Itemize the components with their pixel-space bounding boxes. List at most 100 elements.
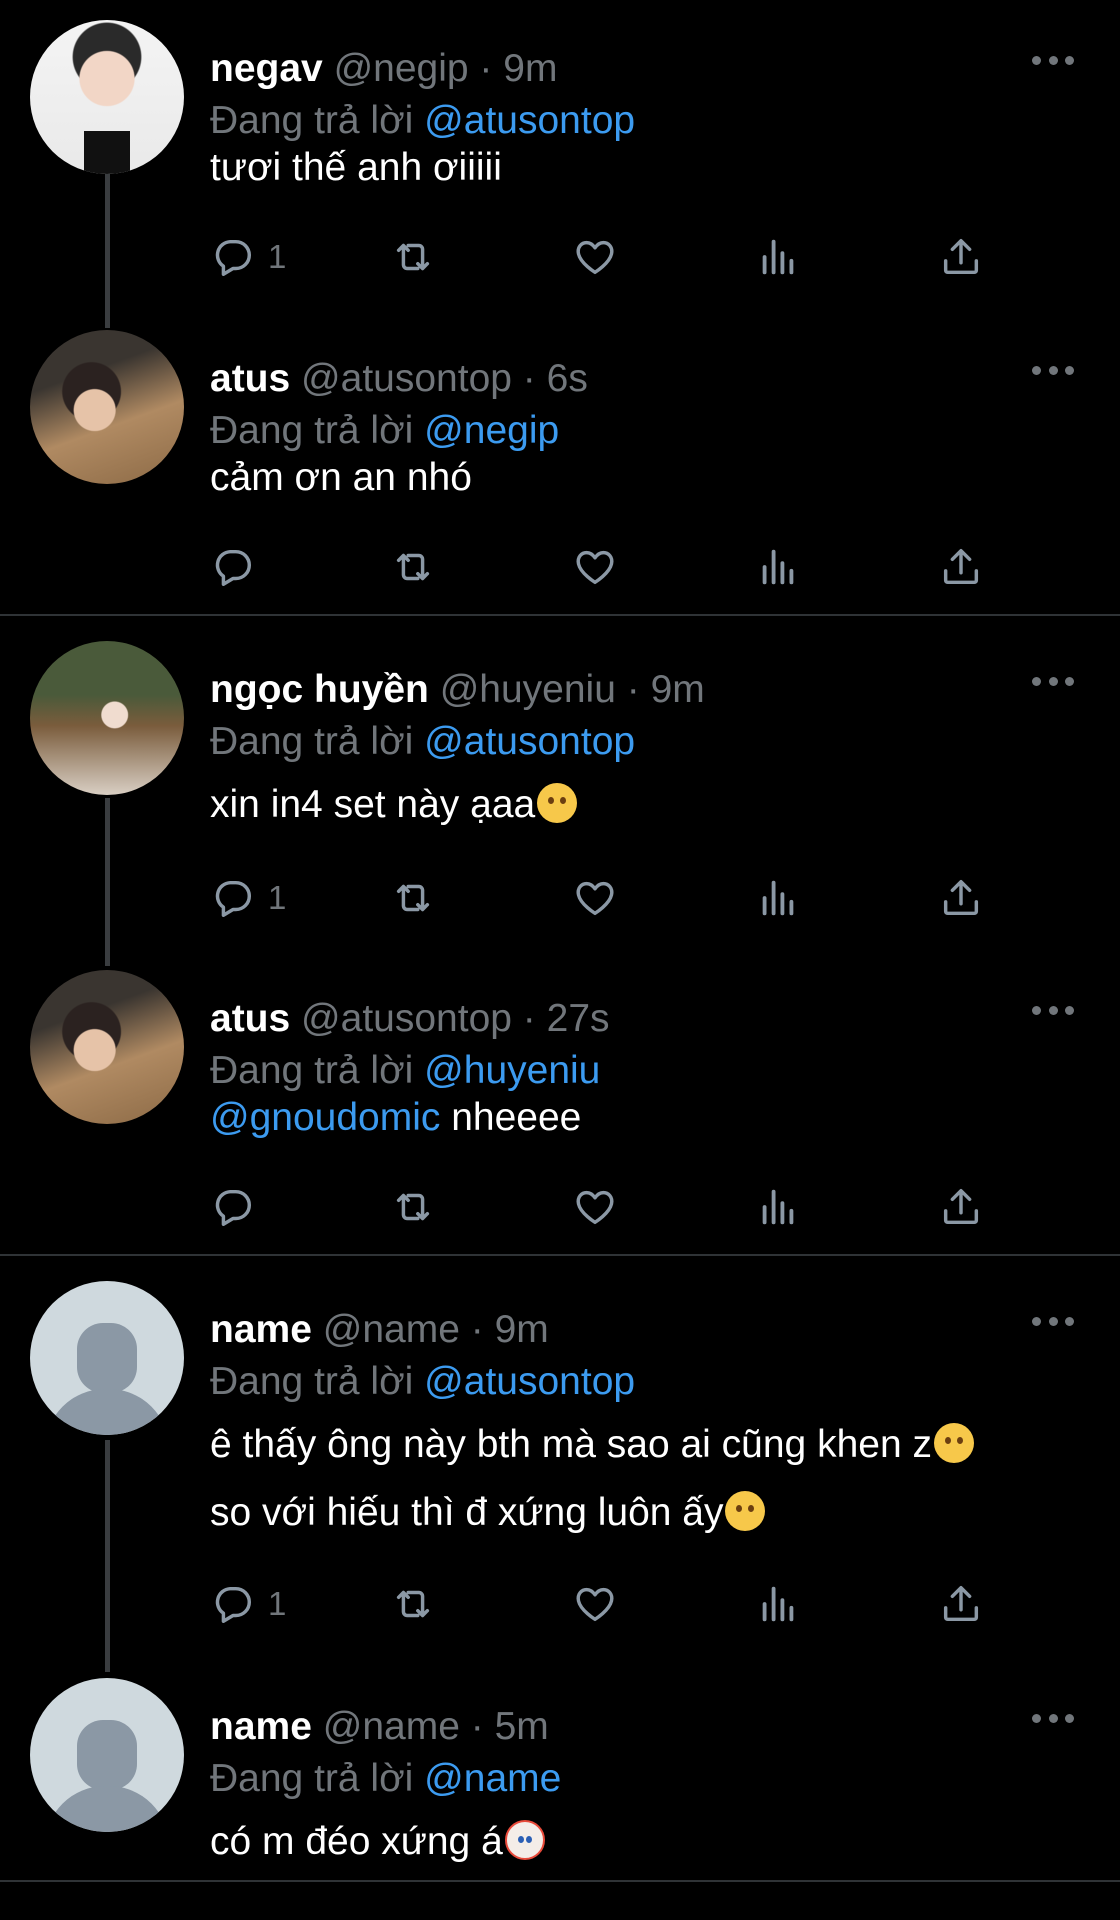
user-handle[interactable]: @name [323, 1705, 460, 1748]
timestamp[interactable]: 9m [495, 1308, 549, 1351]
retweet-button[interactable] [390, 1182, 436, 1232]
user-handle[interactable]: @negip [334, 47, 469, 90]
heart-icon [572, 234, 618, 280]
like-button[interactable] [572, 542, 618, 592]
more-icon[interactable] [1032, 1315, 1074, 1327]
more-icon[interactable] [1032, 1712, 1074, 1724]
tweet-actions: 1 [210, 232, 1000, 282]
views-button[interactable] [755, 873, 801, 923]
timestamp[interactable]: 5m [495, 1705, 549, 1748]
mention-link[interactable]: @gnoudomic [210, 1096, 440, 1139]
tweet-actions [210, 542, 1000, 592]
retweet-button[interactable] [390, 542, 436, 592]
user-handle[interactable]: @huyeniu [440, 668, 616, 711]
display-name[interactable]: atus [210, 997, 290, 1040]
separator: · [522, 997, 536, 1040]
default-avatar-icon[interactable] [30, 1281, 184, 1435]
reply-icon [210, 875, 256, 921]
reply-button[interactable]: 1 [210, 232, 286, 282]
avatar[interactable] [30, 330, 184, 484]
retweet-icon [390, 1581, 436, 1627]
display-name[interactable]: ngọc huyền [210, 668, 429, 711]
reply-button[interactable]: 1 [210, 1579, 286, 1629]
thread-divider [0, 1880, 1120, 1882]
tweet-actions: 1 [210, 1579, 1000, 1629]
share-button[interactable] [938, 1579, 984, 1629]
reply-button[interactable] [210, 1182, 268, 1232]
like-button[interactable] [572, 1579, 618, 1629]
tweet-text: ê thấy ông này bth mà sao ai cũng khen z… [210, 1411, 974, 1547]
heart-icon [572, 875, 618, 921]
avatar[interactable] [30, 20, 184, 174]
reply-mention-link[interactable]: @atusontop [424, 720, 635, 763]
timestamp[interactable]: 27s [547, 997, 610, 1040]
share-button[interactable] [938, 1182, 984, 1232]
user-handle[interactable]: @name [323, 1308, 460, 1351]
tweet[interactable]: name @name · 9m Đang trả lời @atusontop … [0, 1281, 1120, 1651]
views-button[interactable] [755, 1182, 801, 1232]
share-icon [938, 1581, 984, 1627]
retweet-button[interactable] [390, 232, 436, 282]
retweet-button[interactable] [390, 1579, 436, 1629]
reply-button[interactable] [210, 542, 268, 592]
reply-icon [210, 234, 256, 280]
user-handle[interactable]: @atusontop [301, 357, 512, 400]
display-name[interactable]: name [210, 1705, 312, 1748]
timestamp[interactable]: 9m [503, 47, 557, 90]
more-icon[interactable] [1032, 364, 1074, 376]
tweet[interactable]: ngọc huyền @huyeniu · 9m Đang trả lời @a… [0, 641, 1120, 941]
display-name[interactable]: negav [210, 47, 323, 90]
tweet[interactable]: negav @negip · 9m Đang trả lời @atusonto… [0, 20, 1120, 310]
more-icon[interactable] [1032, 54, 1074, 66]
tweet-text-line: cảm ơn an nhó [210, 456, 472, 499]
display-name[interactable]: atus [210, 357, 290, 400]
thread-divider [0, 1254, 1120, 1256]
separator: · [470, 1705, 484, 1748]
like-button[interactable] [572, 1182, 618, 1232]
display-name[interactable]: name [210, 1308, 312, 1351]
avatar[interactable] [30, 641, 184, 795]
tweet[interactable]: name @name · 5m Đang trả lời @name có m … [0, 1678, 1120, 1878]
share-button[interactable] [938, 542, 984, 592]
reply-mention-link[interactable]: @atusontop [424, 1360, 635, 1403]
share-icon [938, 234, 984, 280]
views-button[interactable] [755, 542, 801, 592]
views-icon [755, 1184, 801, 1230]
share-icon [938, 544, 984, 590]
views-button[interactable] [755, 232, 801, 282]
timestamp[interactable]: 9m [651, 668, 705, 711]
tweet-actions [210, 1182, 1000, 1232]
views-icon [755, 544, 801, 590]
views-icon [755, 1581, 801, 1627]
reply-button[interactable]: 1 [210, 873, 286, 923]
like-button[interactable] [572, 873, 618, 923]
reply-icon [210, 1184, 256, 1230]
default-avatar-icon[interactable] [30, 1678, 184, 1832]
tweet-header: atus @atusontop · 27s [210, 996, 1120, 1042]
reply-prefix: Đang trả lời [210, 1360, 414, 1403]
user-handle[interactable]: @atusontop [301, 997, 512, 1040]
avatar[interactable] [30, 970, 184, 1124]
smiling-face-emoji [933, 1423, 974, 1463]
share-button[interactable] [938, 232, 984, 282]
tweet-text-line: ê thấy ông này bth mà sao ai cũng khen z [210, 1423, 932, 1466]
tweet-text-line: nheeee [451, 1096, 582, 1139]
thread-divider [0, 614, 1120, 616]
smiling-face-emoji [725, 1491, 766, 1531]
tweet-header: atus @atusontop · 6s [210, 356, 1120, 402]
tweet[interactable]: atus @atusontop · 6s Đang trả lời @negip… [0, 330, 1120, 610]
timestamp[interactable]: 6s [547, 357, 588, 400]
heart-icon [572, 1581, 618, 1627]
retweet-button[interactable] [390, 873, 436, 923]
more-icon[interactable] [1032, 1004, 1074, 1016]
views-button[interactable] [755, 1579, 801, 1629]
share-button[interactable] [938, 873, 984, 923]
more-icon[interactable] [1032, 675, 1074, 687]
tweet[interactable]: atus @atusontop · 27s Đang trả lời @huye… [0, 970, 1120, 1250]
like-button[interactable] [572, 232, 618, 282]
reply-count: 1 [268, 879, 287, 916]
tweet-header: name @name · 9m [210, 1307, 1120, 1353]
separator: · [626, 668, 640, 711]
separator: · [470, 1308, 484, 1351]
reply-mention-link[interactable]: @name [424, 1757, 561, 1800]
